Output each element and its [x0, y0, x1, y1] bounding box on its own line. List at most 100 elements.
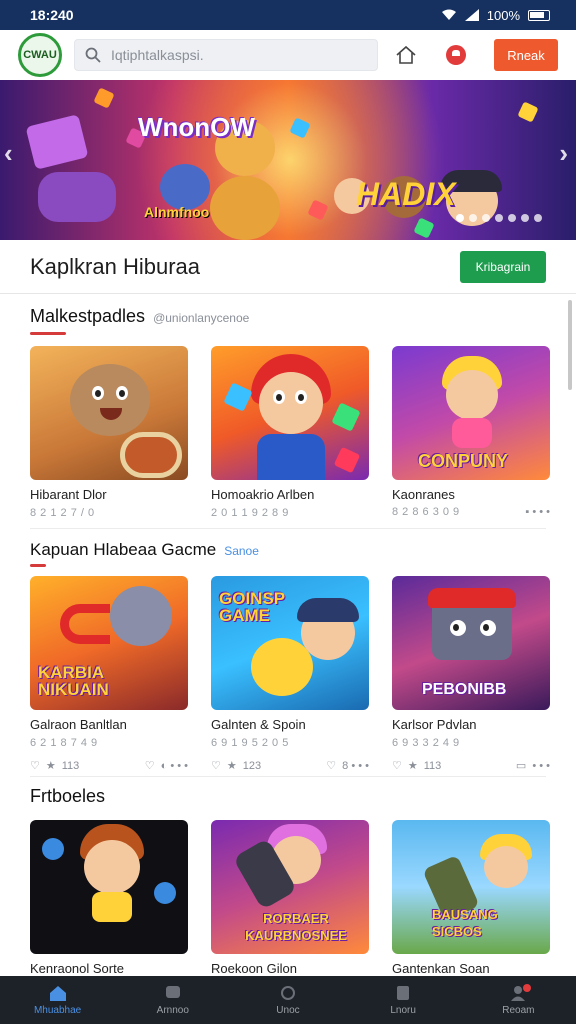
banner-title: WnonOW	[138, 112, 255, 142]
more-icon[interactable]: 8 • • •	[342, 760, 369, 772]
search-bar[interactable]: Iqtiphtalkaspsi.	[74, 39, 378, 71]
eye	[295, 390, 307, 404]
status-bar: 18:240 100%	[0, 0, 576, 30]
divider	[30, 776, 546, 777]
game-card[interactable]: Homoakrio Arlben 2 0 1 1 9 2 8 9	[211, 346, 369, 519]
banner-tag: HADIX	[356, 176, 456, 212]
game-thumbnail[interactable]	[30, 346, 188, 480]
more-icon[interactable]: ◐ • • •	[161, 760, 188, 772]
nav-item-profile[interactable]: Reoam	[473, 984, 563, 1016]
banner-prev-arrow[interactable]: ‹	[4, 138, 13, 169]
app-logo[interactable]: CWAU	[18, 33, 62, 77]
notification-icon[interactable]	[446, 45, 466, 65]
nav-label: Mhuabhae	[33, 1005, 82, 1016]
game-card[interactable]: Kenraonol Sorte	[30, 820, 188, 976]
wifi-icon	[441, 9, 456, 20]
game-caption: GOINSP GAME	[219, 589, 285, 625]
promo-banner[interactable]: WnonOW Alnmfnoo HADIX ‹ ›	[0, 80, 576, 240]
refresh-icon	[280, 986, 295, 1000]
game-thumbnail[interactable]: RORBAER KAURBNOSNEE	[211, 820, 369, 954]
heart-icon[interactable]: ♡	[392, 759, 402, 772]
more-icon[interactable]: • • •	[532, 760, 550, 772]
game-thumbnail[interactable]: PEBONIBB	[392, 576, 550, 710]
game-actions: ♡ ★ 113 ♡ ◐ • • •	[30, 759, 188, 773]
search-input[interactable]: Iqtiphtalkaspsi.	[111, 47, 204, 63]
game-card[interactable]: Hibarant Dlor 8 2 1 2 7 / 0	[30, 346, 188, 519]
pagination-dot[interactable]	[521, 214, 529, 222]
game-thumbnail[interactable]: BAUSANG SICBOS	[392, 820, 550, 954]
game-thumbnail[interactable]: GOINSP GAME	[211, 576, 369, 710]
game-card[interactable]: GOINSP GAME Galnten & Spoin 6 9 1 9 5 2 …	[211, 576, 369, 772]
section-title: Kaplkran Hiburaa	[30, 253, 200, 279]
signin-button[interactable]: Rneak	[494, 39, 558, 71]
game-thumbnail[interactable]: CONPUNY	[392, 346, 550, 480]
star-icon[interactable]: ★	[408, 759, 418, 772]
wolf-face	[110, 586, 172, 646]
divider	[30, 528, 546, 529]
eye	[92, 386, 104, 400]
nav-label: Unoc	[276, 1005, 300, 1016]
game-card[interactable]: RORBAER KAURBNOSNEE Roekoon Gilon	[211, 820, 369, 976]
signal-icon	[464, 9, 479, 21]
game-title: Homoakrio Arlben	[211, 487, 315, 502]
heart-icon[interactable]: ♡	[211, 759, 221, 772]
scrollbar[interactable]	[568, 300, 572, 390]
home-icon	[49, 986, 66, 1001]
heart-icon[interactable]: ♡	[326, 759, 336, 772]
body	[257, 434, 325, 480]
bookmark-icon	[397, 986, 410, 1000]
game-meta: 8 2 1 2 7 / 0	[30, 507, 95, 519]
game-thumbnail[interactable]: KARBIA NIKUAIN	[30, 576, 188, 710]
gem-cube	[223, 382, 253, 412]
game-card[interactable]: KARBIA NIKUAIN Galraon Banltlan 6 2 1 8 …	[30, 576, 188, 772]
section-header: Kaplkran Hiburaa Kribagrain	[0, 240, 576, 294]
boy-face	[84, 840, 140, 894]
robot-helmet	[428, 588, 516, 608]
banner-next-arrow[interactable]: ›	[559, 138, 568, 169]
star-icon[interactable]: ★	[227, 759, 237, 772]
nav-item-chat[interactable]: Arnnoo	[128, 984, 218, 1016]
nav-label: Reoam	[502, 1005, 535, 1016]
pagination-dot[interactable]	[469, 214, 477, 222]
likes-count: 123	[242, 759, 262, 772]
game-caption: PEBONIBB	[422, 681, 507, 698]
game-card[interactable]: CONPUNY Kaonranes 8 2 8 6 3 0 9 ▪ • • •	[392, 346, 550, 518]
banner-subtitle: Alnmfnoo	[144, 204, 210, 220]
game-meta: 6 9 1 9 5 2 0 5	[211, 737, 289, 749]
game-thumbnail[interactable]	[211, 346, 369, 480]
game-card[interactable]: BAUSANG SICBOS Gantenkan Soan	[392, 820, 550, 976]
heart-icon[interactable]: ♡	[30, 759, 40, 772]
pagination-dot[interactable]	[495, 214, 503, 222]
game-title: Kaonranes	[392, 487, 455, 502]
section-action-button[interactable]: Kribagrain	[460, 250, 546, 283]
girl-face	[484, 846, 528, 888]
star-icon[interactable]: ★	[46, 759, 56, 772]
nav-item-home[interactable]: Mhuabhae	[13, 984, 103, 1016]
body	[92, 892, 132, 922]
game-meta: 6 9 3 3 2 4 9	[392, 737, 460, 749]
category-subtitle[interactable]: @unionlanycenoe	[153, 311, 249, 325]
pagination-dot[interactable]	[456, 214, 464, 222]
nav-item-bookmark[interactable]: Lnoru	[358, 984, 448, 1016]
pagination-dot[interactable]	[482, 214, 490, 222]
notification-badge	[523, 984, 532, 992]
more-icon[interactable]: ▪ • • •	[525, 506, 550, 518]
game-meta: 6 2 1 8 7 4 9	[30, 737, 98, 749]
nav-item-refresh[interactable]: Unoc	[243, 984, 333, 1016]
game-card[interactable]: PEBONIBB Karlsor Pdvlan 6 9 3 3 2 4 9 ♡ …	[392, 576, 550, 772]
bear-face	[70, 364, 150, 436]
heart-icon[interactable]: ♡	[145, 759, 155, 772]
home-button[interactable]	[392, 41, 420, 69]
game-caption: CONPUNY	[418, 451, 509, 471]
pagination-dot[interactable]	[508, 214, 516, 222]
category-subtitle[interactable]: Sanoe	[224, 544, 259, 558]
chat-icon	[165, 986, 180, 998]
chat-icon[interactable]: ▭	[516, 759, 526, 772]
pagination-dot[interactable]	[534, 214, 542, 222]
body	[452, 418, 492, 448]
cat-character	[210, 176, 280, 240]
game-thumbnail[interactable]	[30, 820, 188, 954]
banner-pagination[interactable]	[456, 214, 542, 222]
game-title: Karlsor Pdvlan	[392, 717, 477, 732]
game-caption: RORBAER KAURBNOSNEE	[245, 911, 347, 943]
